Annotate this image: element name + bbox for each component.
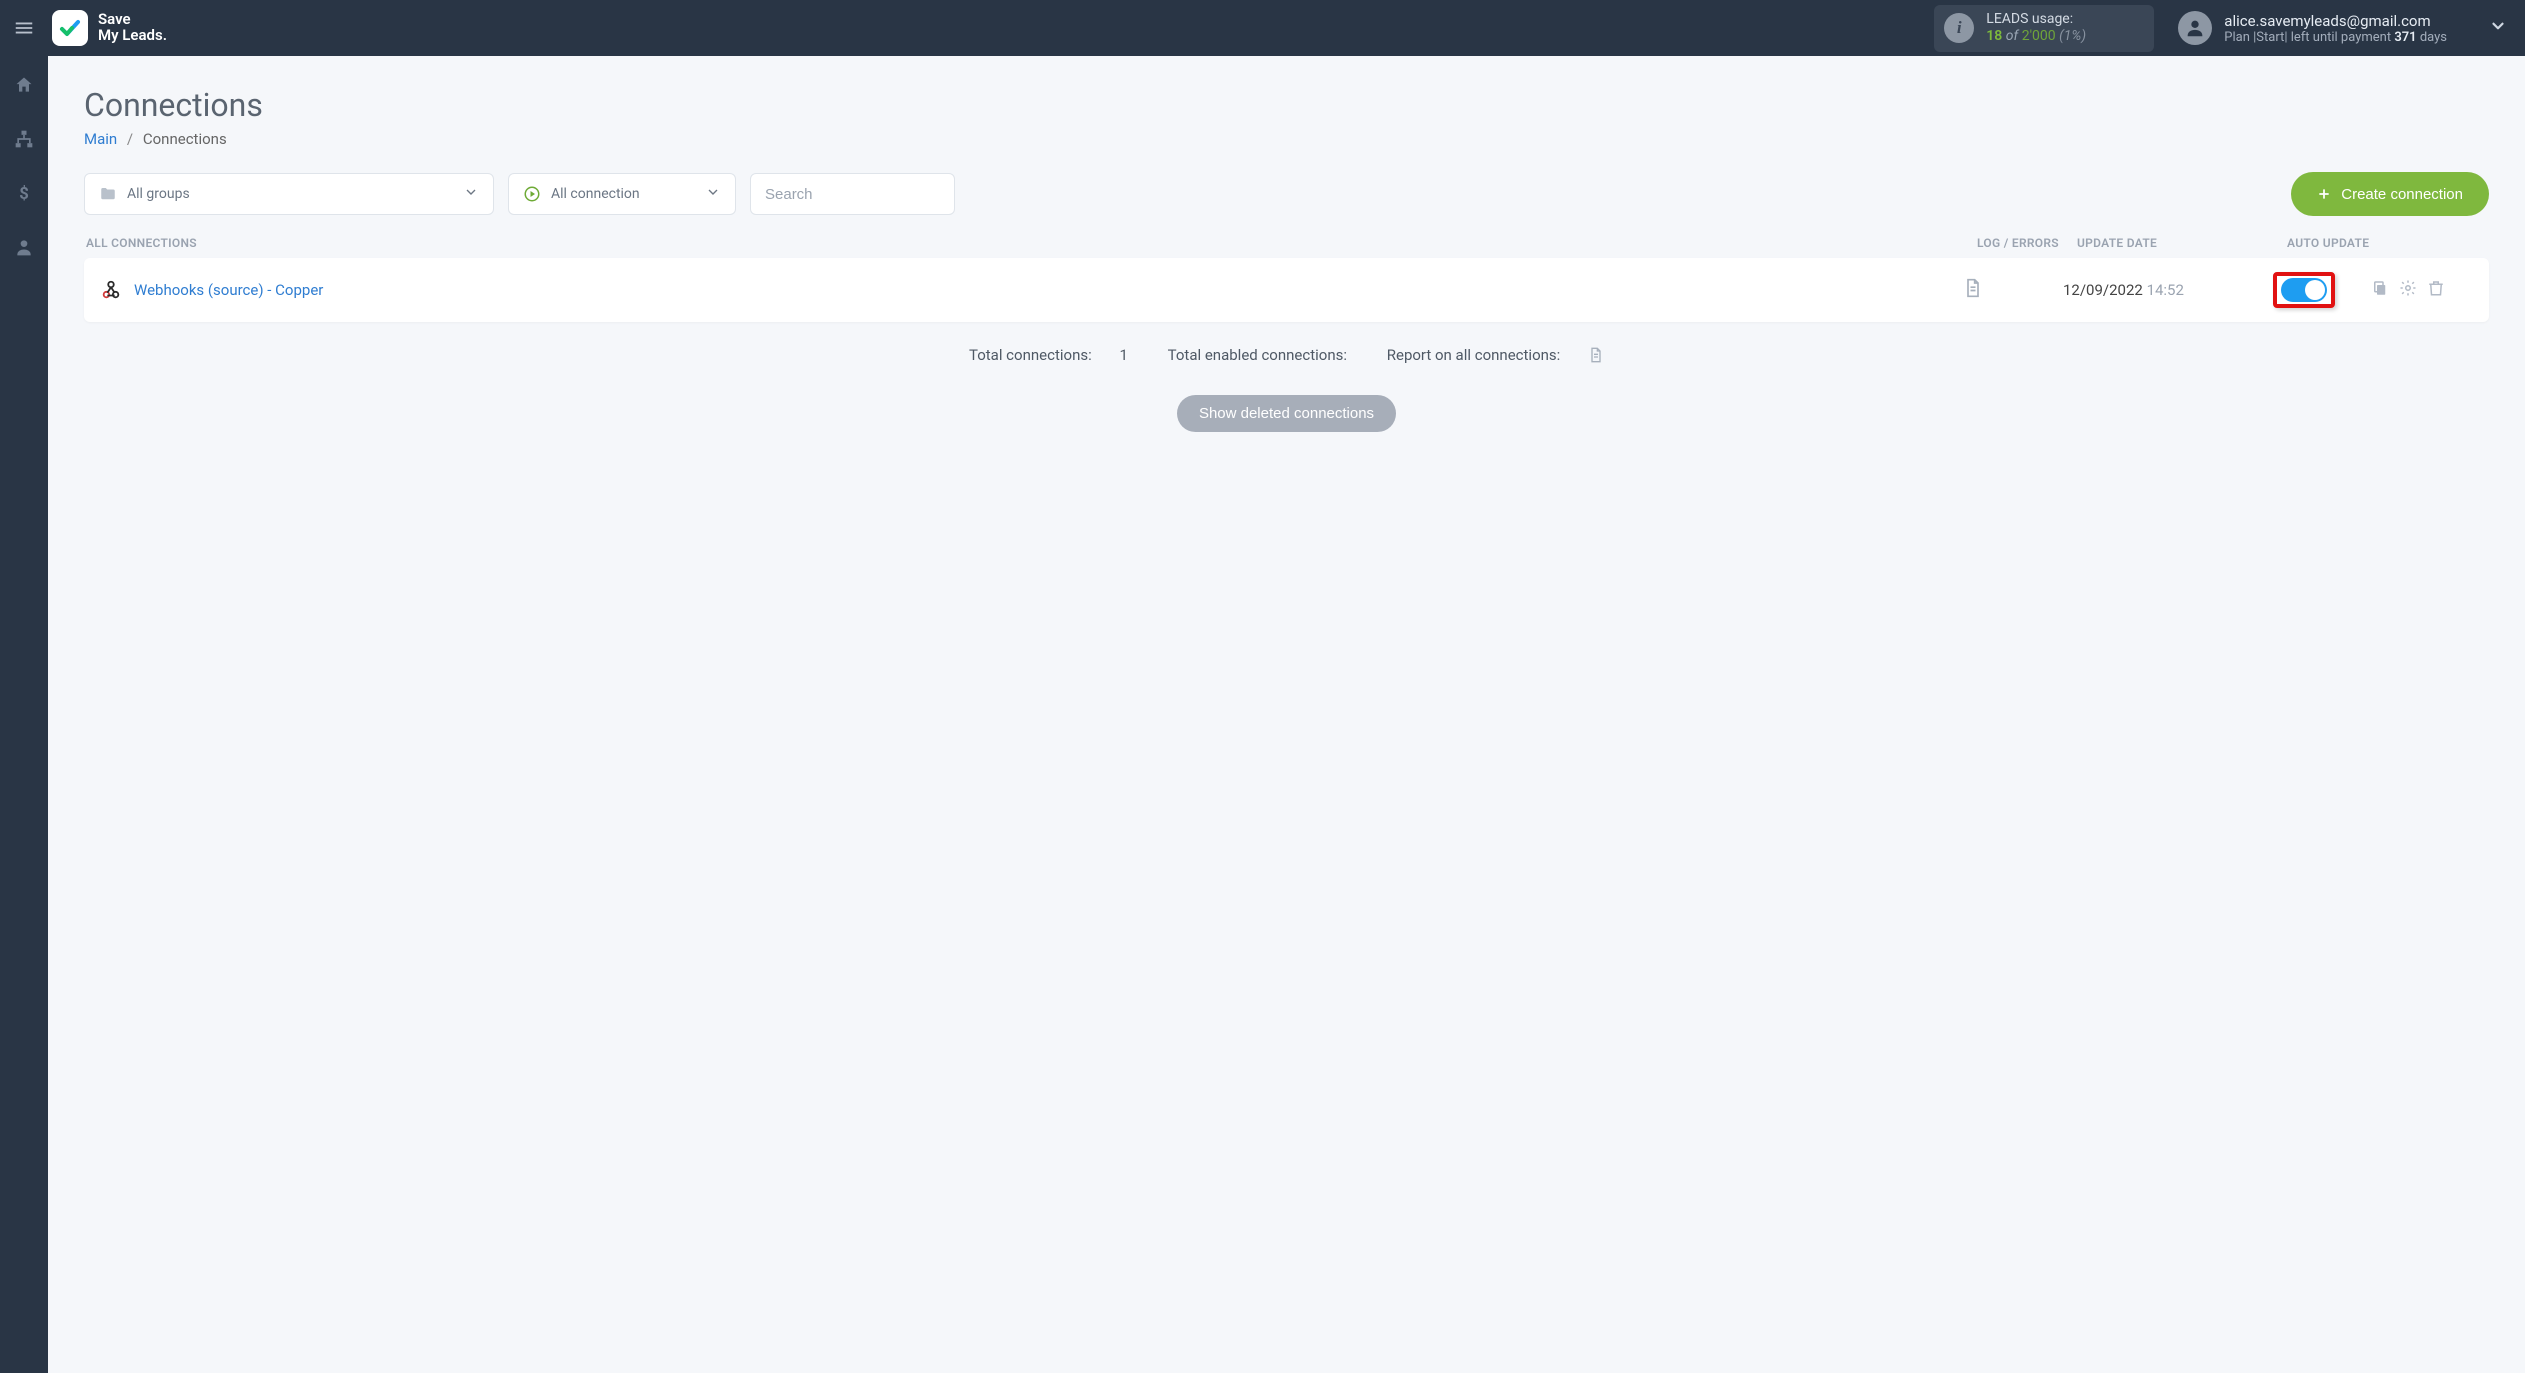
col-header-log: LOG / ERRORS — [1977, 236, 2077, 250]
highlight-annotation — [2273, 272, 2335, 308]
hierarchy-icon — [14, 129, 34, 149]
top-bar: Save My Leads. i LEADS usage: 18 of 2'00… — [0, 0, 2525, 56]
folder-icon — [99, 185, 117, 203]
chevron-down-icon — [705, 184, 721, 200]
search-input[interactable] — [750, 173, 955, 215]
col-header-date: UPDATE DATE — [2077, 236, 2287, 250]
report-button[interactable] — [1588, 347, 1604, 367]
breadcrumb-main-link[interactable]: Main — [84, 130, 117, 148]
brand-text: Save My Leads. — [98, 12, 167, 44]
usage-panel[interactable]: i LEADS usage: 18 of 2'000 (1%) — [1934, 5, 2154, 52]
filter-bar: All groups All connection Create connect… — [84, 172, 2489, 216]
groups-select-label: All groups — [127, 186, 190, 202]
page-title: Connections — [84, 86, 2489, 124]
show-deleted-button[interactable]: Show deleted connections — [1177, 395, 1396, 432]
plus-icon — [2317, 187, 2331, 201]
create-connection-label: Create connection — [2341, 186, 2463, 203]
auto-update-toggle[interactable] — [2281, 278, 2327, 302]
document-icon — [1963, 278, 1983, 298]
copy-icon — [2371, 279, 2389, 297]
connection-name-link[interactable]: Webhooks (source) - Copper — [134, 281, 1963, 299]
update-date: 12/09/2022 14:52 — [2063, 281, 2273, 299]
create-connection-button[interactable]: Create connection — [2291, 172, 2489, 216]
chevron-down-icon — [463, 184, 479, 200]
avatar-icon — [2178, 11, 2212, 45]
summary-line: Total connections: 1 Total enabled conne… — [84, 346, 2489, 367]
usage-text: LEADS usage: 18 of 2'000 (1%) — [1986, 11, 2086, 46]
menu-toggle-button[interactable] — [0, 0, 48, 56]
brand-logo[interactable]: Save My Leads. — [52, 10, 167, 46]
connection-row: Webhooks (source) - Copper 12/09/2022 14… — [84, 258, 2489, 322]
nav-profile[interactable] — [0, 232, 48, 262]
logo-mark-icon — [52, 10, 88, 46]
nav-connections[interactable] — [0, 124, 48, 154]
nav-home[interactable] — [0, 70, 48, 100]
connection-status-label: All connection — [551, 186, 640, 202]
document-icon — [1588, 347, 1604, 363]
main-content: Connections Main / Connections All group… — [48, 56, 2525, 1373]
nav-billing[interactable]: $ — [0, 178, 48, 208]
settings-button[interactable] — [2399, 279, 2417, 301]
account-chevron-icon[interactable] — [2459, 17, 2507, 39]
user-icon — [14, 237, 34, 257]
gear-icon — [2399, 279, 2417, 297]
svg-text:$: $ — [19, 185, 29, 203]
home-icon — [14, 75, 34, 95]
dollar-icon: $ — [14, 183, 34, 203]
groups-select[interactable]: All groups — [84, 173, 494, 215]
account-text: alice.savemyleads@gmail.com Plan |Start|… — [2224, 12, 2447, 45]
play-circle-icon — [523, 185, 541, 203]
delete-button[interactable] — [2427, 279, 2445, 301]
row-actions — [2371, 279, 2445, 301]
copy-button[interactable] — [2371, 279, 2389, 301]
log-button[interactable] — [1963, 278, 2063, 302]
hamburger-icon — [13, 17, 35, 39]
account-menu[interactable]: alice.savemyleads@gmail.com Plan |Start|… — [2178, 11, 2507, 45]
breadcrumb-current: Connections — [143, 130, 227, 148]
col-header-auto: AUTO UPDATE — [2287, 236, 2487, 250]
sidebar: $ — [0, 56, 48, 1373]
table-header: ALL CONNECTIONS LOG / ERRORS UPDATE DATE… — [84, 236, 2489, 250]
webhook-icon — [100, 279, 122, 301]
breadcrumb: Main / Connections — [84, 130, 2489, 148]
info-icon: i — [1944, 13, 1974, 43]
connection-status-select[interactable]: All connection — [508, 173, 736, 215]
col-header-name: ALL CONNECTIONS — [86, 236, 1977, 250]
trash-icon — [2427, 279, 2445, 297]
